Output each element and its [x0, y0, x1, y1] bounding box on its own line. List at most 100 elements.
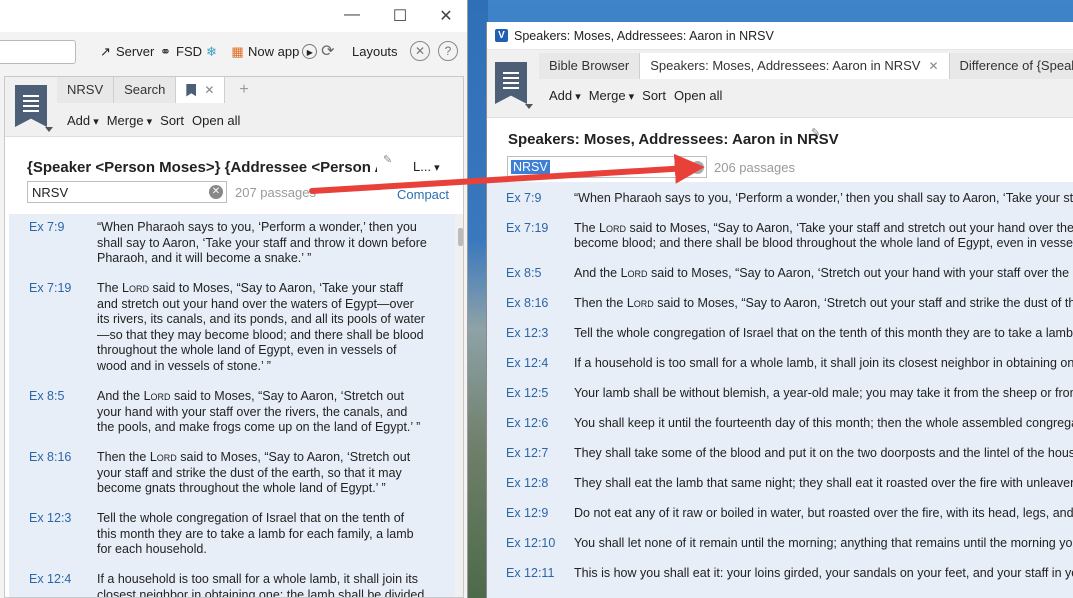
desktop-background	[468, 0, 488, 598]
document-icon	[186, 83, 197, 97]
close-icon[interactable]: ✕	[436, 6, 456, 26]
verse-reference[interactable]: Ex 7:19	[29, 281, 71, 295]
compact-link[interactable]: Compact	[397, 187, 449, 202]
list-item[interactable]: Ex 8:16 Then the Lord said to Moses, “Sa…	[487, 287, 1073, 317]
list-item[interactable]: Ex 12:6 You shall keep it until the four…	[487, 407, 1073, 437]
close-tab-icon[interactable]: ✕	[928, 53, 938, 79]
close-circle-icon[interactable]: ✕	[410, 41, 430, 61]
apps-icon: ▦	[231, 44, 244, 59]
snowflake-button[interactable]: ❄	[204, 44, 219, 59]
verse-text: Your lamb shall be without blemish, a ye…	[574, 386, 1073, 400]
panel-header: Bible Browser Speakers: Moses, Addressee…	[487, 50, 1073, 118]
list-item[interactable]: Ex 12:7 They shall take some of the bloo…	[487, 437, 1073, 467]
verse-reference[interactable]: Ex 7:9	[29, 220, 64, 234]
list-item[interactable]: Ex 7:19 The Lord said to Moses, “Say to …	[487, 212, 1073, 257]
verse-text: “When Pharaoh says to you, ‘Perform a wo…	[574, 191, 1073, 205]
layout-dropdown[interactable]: L...	[413, 159, 440, 174]
edit-icon[interactable]: ✎	[383, 153, 392, 166]
verse-reference[interactable]: Ex 12:7	[506, 446, 548, 460]
panel-commands: Add Merge Sort Open all	[67, 113, 240, 128]
chevron-down-icon[interactable]	[45, 127, 53, 132]
add-menu[interactable]: Add	[67, 113, 99, 128]
tab-bible-browser[interactable]: Bible Browser	[539, 53, 641, 79]
verse-reference[interactable]: Ex 12:8	[506, 476, 548, 490]
verse-text: They shall eat the lamb that same night;…	[574, 476, 1073, 490]
verse-text-continued: become blood; and there shall be blood t…	[574, 236, 1073, 250]
list-item[interactable]: Ex 12:5 Your lamb shall be without blemi…	[487, 377, 1073, 407]
panel-header: NRSV Search ✕ + Add Merge Sort Open all	[5, 77, 463, 137]
filter-input[interactable]: NRSV	[507, 156, 707, 178]
filter-selected-text: NRSV	[511, 160, 550, 174]
verse-text: Then the Lord said to Moses, “Say to Aar…	[97, 450, 411, 495]
verse-reference[interactable]: Ex 8:5	[29, 389, 64, 403]
refresh-icon[interactable]: ⟳	[320, 44, 335, 60]
verse-reference[interactable]: Ex 7:9	[506, 191, 541, 205]
verse-text: You shall keep it until the fourteenth d…	[574, 416, 1073, 430]
server-button[interactable]: ↗ Server	[98, 44, 154, 59]
scrollbar[interactable]	[455, 214, 463, 597]
panel-menu-icon[interactable]	[495, 62, 527, 104]
list-item[interactable]: Ex 12:3 Tell the whole congregation of I…	[487, 317, 1073, 347]
list-item[interactable]: Ex 12:10 You shall let none of it remain…	[487, 527, 1073, 557]
list-item[interactable]: Ex 12:4 If a household is too small for …	[487, 347, 1073, 377]
right-window-titlebar: V Speakers: Moses, Addressees: Aaron in …	[487, 22, 1073, 50]
verse-text: The Lord said to Moses, “Say to Aaron, ‘…	[97, 281, 425, 373]
scrollbar-thumb[interactable]	[458, 228, 463, 246]
close-tab-icon[interactable]: ✕	[204, 77, 214, 103]
verse-reference[interactable]: Ex 7:19	[506, 221, 548, 235]
open-all-button[interactable]: Open all	[192, 113, 240, 128]
now-app-button[interactable]: ▦ Now app ▶ ⟳	[230, 44, 335, 60]
tab-search[interactable]: Search	[114, 77, 177, 103]
verse-reference[interactable]: Ex 12:11	[506, 566, 554, 580]
list-item[interactable]: Ex 7:9 “When Pharaoh says to you, ‘Perfo…	[487, 182, 1073, 212]
verse-reference[interactable]: Ex 12:5	[506, 386, 548, 400]
verse-reference[interactable]: Ex 12:4	[29, 572, 71, 586]
list-item[interactable]: Ex 12:9 Do not eat any of it raw or boil…	[487, 497, 1073, 527]
verse-reference[interactable]: Ex 12:10	[506, 536, 555, 550]
main-toolbar: ↗ Server ⚭ FSD ❄ ▦ Now app ▶ ⟳ Layouts ✕…	[0, 32, 467, 74]
verse-text: And the Lord said to Moses, “Say to Aaro…	[97, 389, 421, 434]
fsd-button[interactable]: ⚭ FSD	[158, 44, 202, 59]
merge-menu[interactable]: Merge	[107, 113, 152, 128]
add-tab-button[interactable]: +	[225, 77, 262, 103]
list-item[interactable]: Ex 12:8 They shall eat the lamb that sam…	[487, 467, 1073, 497]
maximize-icon[interactable]: ☐	[390, 6, 410, 26]
tab-speakers-addressees[interactable]: Speakers: Moses, Addressees: Aaron in NR…	[640, 53, 950, 79]
help-icon[interactable]: ?	[438, 41, 458, 61]
tab-nrsv[interactable]: NRSV	[57, 77, 115, 103]
open-all-button[interactable]: Open all	[674, 88, 722, 103]
verse-reference[interactable]: Ex 12:4	[506, 356, 548, 370]
verse-reference[interactable]: Ex 12:3	[29, 511, 71, 525]
sort-button[interactable]: Sort	[642, 88, 666, 103]
play-icon[interactable]: ▶	[302, 44, 318, 59]
tab-difference[interactable]: Difference of {Speaker <Pers	[949, 53, 1073, 79]
clear-icon[interactable]	[691, 161, 704, 174]
verse-reference[interactable]: Ex 12:9	[506, 506, 548, 520]
verse-reference[interactable]: Ex 12:3	[506, 326, 548, 340]
verse-reference[interactable]: Ex 12:6	[506, 416, 548, 430]
verse-text: And the Lord said to Moses, “Say to Aaro…	[574, 266, 1073, 280]
verse-text: The Lord said to Moses, “Say to Aaron, ‘…	[574, 221, 1073, 235]
toolbar-search-input[interactable]	[0, 40, 76, 64]
layouts-button[interactable]: Layouts	[352, 44, 398, 59]
list-item[interactable]: Ex 12:11 This is how you shall eat it: y…	[487, 557, 1073, 587]
document-title: Speakers: Moses, Addressees: Aaron in NR…	[508, 131, 839, 148]
tab-active-document[interactable]: ✕	[176, 77, 226, 103]
add-menu[interactable]: Add	[549, 88, 581, 103]
verse-reference[interactable]: Ex 8:5	[506, 266, 541, 280]
verse-reference[interactable]: Ex 8:16	[506, 296, 548, 310]
panel-tabs: Bible Browser Speakers: Moses, Addressee…	[539, 53, 1073, 79]
verse-text: Tell the whole congregation of Israel th…	[97, 511, 414, 556]
list-item[interactable]: Ex 8:5 And the Lord said to Moses, “Say …	[487, 257, 1073, 287]
left-window: — ☐ ✕ ↗ Server ⚭ FSD ❄ ▦ Now app ▶ ⟳ Lay…	[0, 0, 468, 598]
verse-reference[interactable]: Ex 8:16	[29, 450, 71, 464]
clear-icon[interactable]: ✕	[209, 185, 223, 199]
chevron-down-icon[interactable]	[525, 104, 533, 109]
minimize-icon[interactable]: —	[342, 6, 362, 24]
panel-menu-icon[interactable]	[15, 85, 47, 127]
filter-input[interactable]	[27, 181, 227, 203]
merge-menu[interactable]: Merge	[589, 88, 634, 103]
edit-icon[interactable]: ✎	[811, 126, 820, 139]
sort-button[interactable]: Sort	[160, 113, 184, 128]
right-window: V Speakers: Moses, Addressees: Aaron in …	[486, 22, 1073, 598]
